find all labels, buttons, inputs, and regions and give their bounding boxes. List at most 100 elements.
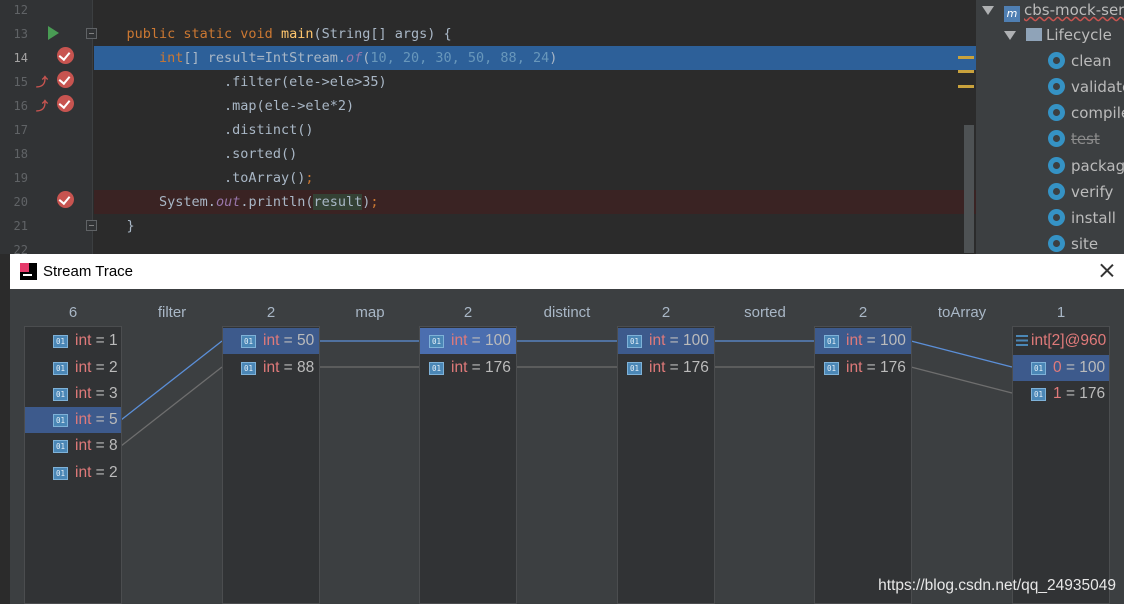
dialog-title: Stream Trace (43, 263, 134, 280)
list-item[interactable]: 01 int = 1 (25, 328, 121, 354)
item-value: int = 100 (451, 332, 511, 349)
intellij-app-icon (20, 263, 37, 280)
lifecycle-label: Lifecycle (1046, 26, 1112, 44)
list-item[interactable]: 01 int = 3 (25, 381, 121, 407)
list-item[interactable]: 01 int = 2 (25, 355, 121, 381)
goal-test[interactable]: test (1048, 126, 1100, 152)
list-item-selected[interactable]: 01 int = 100 (420, 328, 516, 354)
column-count: 2 (858, 304, 868, 321)
goal-clean[interactable]: clean (1048, 48, 1111, 74)
goal-compile[interactable]: compile (1048, 100, 1124, 126)
breakpoint-icon[interactable] (57, 47, 74, 64)
error-stripe-mark[interactable] (958, 85, 974, 88)
goal-label: site (1071, 235, 1099, 253)
array-element[interactable]: 01 1 = 176 (1013, 381, 1109, 407)
code-line-15[interactable]: .filter(ele->ele>35) (94, 70, 976, 94)
goal-site[interactable]: site (1048, 231, 1098, 254)
array-icon (1016, 335, 1028, 346)
item-value: int = 2 (75, 464, 118, 481)
trace-column-map[interactable]: 01 int = 100 01 int = 176 (419, 326, 517, 604)
code-line-21[interactable]: } (94, 214, 976, 238)
array-value: = 100 (1065, 359, 1106, 376)
trace-column-sorted[interactable]: 01 int = 100 01 int = 176 (814, 326, 912, 604)
code-text: .filter(ele->ele>35) (224, 74, 387, 90)
trace-column-filter[interactable]: 01 int = 50 01 int = 88 (222, 326, 320, 604)
expand-arrow-icon[interactable] (1004, 31, 1016, 40)
list-item-selected[interactable]: 01 int = 100 (815, 328, 911, 354)
trace-column-source[interactable]: 01 int = 1 01 int = 2 01 int = 3 01 int = 5 … (24, 326, 122, 604)
array-header[interactable]: int[2]@960 (1013, 328, 1109, 354)
goal-install[interactable]: install (1048, 205, 1116, 231)
list-item[interactable]: 01 int = 176 (618, 355, 714, 381)
column-count: 6 (68, 304, 78, 321)
line-number: 18 (13, 147, 28, 161)
list-item-selected[interactable]: 01 int = 50 (223, 328, 319, 354)
breakpoint-icon[interactable] (57, 95, 74, 112)
list-item[interactable]: 01 int = 176 (815, 355, 911, 381)
item-value: int = 2 (75, 359, 118, 376)
item-value: int = 100 (649, 332, 709, 349)
code-line-19[interactable]: .toArray(); (94, 166, 976, 190)
line-number: 21 (13, 219, 28, 233)
array-index: 0 (1053, 359, 1062, 376)
line-number: 20 (13, 195, 28, 209)
list-item-selected[interactable]: 01 int = 100 (618, 328, 714, 354)
code-semicolon: ; (305, 170, 314, 186)
trace-link (120, 366, 223, 447)
code-line-14-current[interactable]: int[] result=IntStream.of(10, 20, 30, 50… (94, 46, 976, 70)
error-stripe-mark[interactable] (958, 70, 974, 73)
maven-project-name: cbs-mock-ser (1024, 1, 1124, 19)
dialog-titlebar[interactable]: Stream Trace (10, 254, 1124, 289)
step-into-icon: ⤴ (36, 99, 49, 113)
gear-icon (1048, 130, 1065, 147)
list-item[interactable]: 01 int = 8 (25, 433, 121, 459)
goal-label: verify (1071, 183, 1114, 201)
list-item[interactable]: 01 int = 176 (420, 355, 516, 381)
code-text: .map(ele->ele*2) (224, 98, 355, 114)
code-text: System. (159, 194, 216, 210)
breakpoint-icon[interactable] (57, 71, 74, 88)
goal-label: install (1071, 209, 1116, 227)
goal-package[interactable]: package (1048, 153, 1124, 179)
folder-icon (1026, 28, 1042, 41)
trace-column-distinct[interactable]: 01 int = 100 01 int = 176 (617, 326, 715, 604)
breakpoint-icon[interactable] (57, 191, 74, 208)
array-element-selected[interactable]: 01 0 = 100 (1013, 355, 1109, 381)
gear-icon (1048, 183, 1065, 200)
goal-label: compile (1071, 104, 1124, 122)
code-line-16[interactable]: .map(ele->ele*2) (94, 94, 976, 118)
list-item[interactable]: 01 int = 88 (223, 355, 319, 381)
code-line-20-breakpoint[interactable]: System.out.println(result); (94, 190, 976, 214)
code-text: .toArray() (224, 170, 306, 186)
trace-link (910, 366, 1013, 394)
code-line-17[interactable]: .distinct() (94, 118, 976, 142)
code-static-field: out (215, 194, 241, 210)
line-number: 15 (13, 75, 28, 89)
error-stripe-mark[interactable] (958, 56, 974, 59)
object-icon: 01 (241, 362, 256, 375)
stream-trace-dialog: Stream Trace 6 filter 2 map 2 distinct 2… (10, 254, 1124, 604)
object-icon: 01 (429, 362, 444, 375)
list-item[interactable]: 01 int = 2 (25, 460, 121, 486)
gear-icon (1048, 104, 1065, 121)
code-editor[interactable]: 12 13 14 15 16 17 18 19 20 21 22 ⤴ ⤴ pub… (0, 0, 976, 254)
goal-validate[interactable]: validate (1048, 74, 1124, 100)
code-keywords: public static void (126, 26, 281, 42)
run-icon[interactable] (48, 26, 59, 40)
item-value: int = 8 (75, 437, 118, 454)
close-button[interactable] (1096, 260, 1118, 282)
expand-arrow-icon[interactable] (982, 6, 994, 15)
goal-label: package (1071, 157, 1124, 175)
object-icon: 01 (824, 362, 839, 375)
editor-scrollbar[interactable] (964, 125, 974, 253)
operation-label-toarray: toArray (937, 304, 987, 321)
code-line-18[interactable]: .sorted() (94, 142, 976, 166)
list-item-selected[interactable]: 01 int = 5 (25, 407, 121, 433)
line-number: 14 (13, 51, 28, 65)
trace-column-result[interactable]: int[2]@960 01 0 = 100 01 1 = 176 (1012, 326, 1110, 604)
goal-verify[interactable]: verify (1048, 179, 1113, 205)
goal-label: test (1071, 130, 1100, 148)
object-icon: 01 (53, 362, 68, 375)
gear-icon (1048, 52, 1065, 69)
code-line-13[interactable]: public static void main(String[] args) { (94, 22, 976, 46)
